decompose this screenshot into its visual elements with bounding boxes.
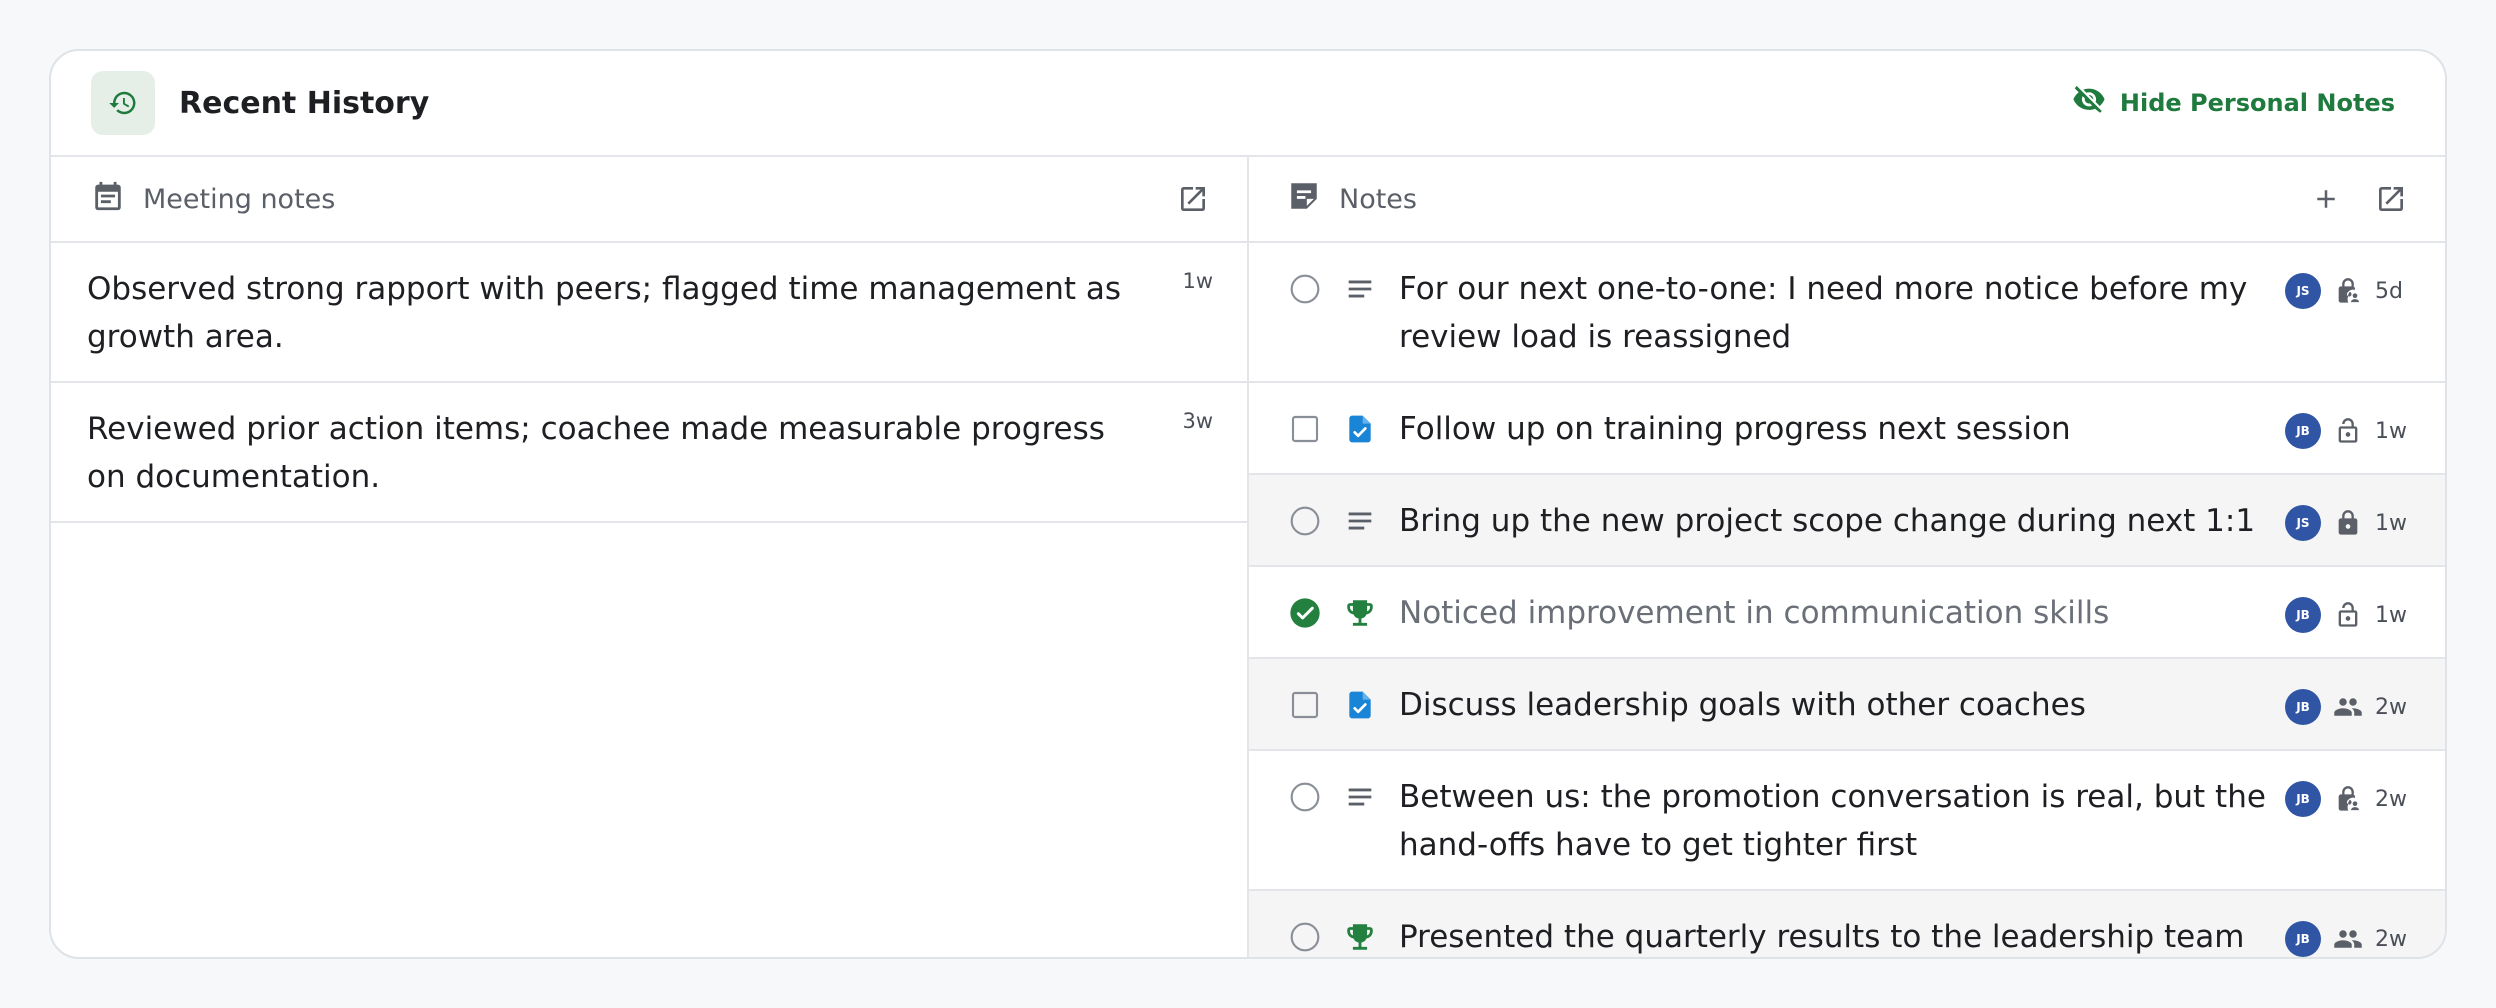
- note-age: 1w: [2375, 510, 2407, 536]
- status-circle-checkbox[interactable]: [1289, 781, 1321, 813]
- note-age: 2w: [2375, 694, 2407, 720]
- note-meta: JS 5d: [2285, 273, 2409, 309]
- status-checked-icon[interactable]: [1289, 597, 1321, 629]
- status-square-checkbox[interactable]: [1289, 413, 1321, 445]
- text-lines-icon: [1343, 272, 1377, 306]
- note-row[interactable]: Follow up on training progress next sess…: [1249, 383, 2445, 475]
- eye-off-icon: [2072, 83, 2106, 123]
- open-external-icon[interactable]: [1177, 183, 1209, 215]
- meeting-note-text: Observed strong rapport with peers; flag…: [87, 271, 1122, 355]
- recent-history-card: Recent History Hide Personal Notes Meeti…: [49, 49, 2447, 959]
- lock-icon: [2333, 508, 2363, 538]
- note-row[interactable]: Between us: the promotion conversation i…: [1249, 751, 2445, 891]
- text-lines-icon: [1343, 504, 1377, 538]
- note-text: Bring up the new project scope change du…: [1399, 503, 2256, 539]
- note-text: Between us: the promotion conversation i…: [1399, 779, 2266, 863]
- add-note-icon[interactable]: [2311, 184, 2341, 214]
- card-header: Recent History Hide Personal Notes: [51, 51, 2445, 157]
- meeting-notes-panel: Meeting notes Observed strong rapport wi…: [51, 157, 1249, 957]
- avatar: JB: [2285, 781, 2321, 817]
- note-text: Follow up on training progress next sess…: [1399, 411, 2071, 447]
- task-file-icon: [1343, 688, 1377, 722]
- trophy-icon: [1343, 920, 1377, 954]
- meeting-note-row[interactable]: Observed strong rapport with peers; flag…: [51, 243, 1247, 383]
- meeting-notes-header: Meeting notes: [51, 157, 1247, 243]
- text-lines-icon: [1343, 780, 1377, 814]
- task-file-icon: [1343, 412, 1377, 446]
- note-meta: JB 2w: [2285, 689, 2409, 725]
- note-meta: JB 1w: [2285, 413, 2409, 449]
- status-square-checkbox[interactable]: [1289, 689, 1321, 721]
- notes-header: Notes: [1249, 157, 2445, 243]
- note-icon: [1287, 179, 1321, 220]
- note-meta: JB 1w: [2285, 597, 2409, 633]
- avatar: JB: [2285, 689, 2321, 725]
- group-icon: [2333, 924, 2363, 954]
- note-meta: JB 2w: [2285, 781, 2409, 817]
- note-text: Noticed improvement in communication ski…: [1399, 595, 2110, 631]
- note-row[interactable]: For our next one-to-one: I need more not…: [1249, 243, 2445, 383]
- note-row[interactable]: Presented the quarterly results to the l…: [1249, 891, 2445, 957]
- avatar: JS: [2285, 273, 2321, 309]
- note-row[interactable]: Discuss leadership goals with other coac…: [1249, 659, 2445, 751]
- lock-person-icon: [2333, 784, 2363, 814]
- meeting-note-row[interactable]: Reviewed prior action items; coachee mad…: [51, 383, 1247, 523]
- lock-open-icon: [2333, 600, 2363, 630]
- avatar: JB: [2285, 413, 2321, 449]
- lock-person-icon: [2333, 276, 2363, 306]
- note-age: 2w: [2375, 926, 2407, 952]
- note-age: 1w: [2375, 602, 2407, 628]
- card-title: Recent History: [179, 85, 430, 121]
- lock-open-icon: [2333, 416, 2363, 446]
- note-age: 1w: [2375, 418, 2407, 444]
- trophy-icon: [1343, 596, 1377, 630]
- note-text: Discuss leadership goals with other coac…: [1399, 687, 2086, 723]
- note-text: For our next one-to-one: I need more not…: [1399, 271, 2248, 355]
- open-external-icon[interactable]: [2375, 183, 2407, 215]
- note-meta: JB 2w: [2285, 921, 2409, 957]
- notes-list: For our next one-to-one: I need more not…: [1249, 243, 2445, 957]
- hide-personal-notes-label: Hide Personal Notes: [2119, 89, 2395, 117]
- hide-personal-notes-button[interactable]: Hide Personal Notes: [2072, 83, 2395, 123]
- status-circle-checkbox[interactable]: [1289, 505, 1321, 537]
- status-circle-checkbox[interactable]: [1289, 921, 1321, 953]
- notes-title: Notes: [1339, 183, 1417, 215]
- avatar: JS: [2285, 505, 2321, 541]
- meeting-notes-title: Meeting notes: [143, 183, 336, 215]
- meeting-note-age: 3w: [1182, 409, 1213, 433]
- history-icon: [91, 71, 155, 135]
- group-icon: [2333, 692, 2363, 722]
- calendar-icon: [91, 179, 125, 220]
- note-age: 2w: [2375, 786, 2407, 812]
- meeting-note-age: 1w: [1182, 269, 1213, 293]
- status-circle-checkbox[interactable]: [1289, 273, 1321, 305]
- notes-panel: Notes For our next one-to-one: I need mo…: [1249, 157, 2445, 957]
- note-age: 5d: [2375, 278, 2403, 304]
- note-text: Presented the quarterly results to the l…: [1399, 919, 2245, 955]
- note-row[interactable]: Noticed improvement in communication ski…: [1249, 567, 2445, 659]
- note-row[interactable]: Bring up the new project scope change du…: [1249, 475, 2445, 567]
- avatar: JB: [2285, 921, 2321, 957]
- meeting-note-text: Reviewed prior action items; coachee mad…: [87, 411, 1105, 495]
- note-meta: JS 1w: [2285, 505, 2409, 541]
- avatar: JB: [2285, 597, 2321, 633]
